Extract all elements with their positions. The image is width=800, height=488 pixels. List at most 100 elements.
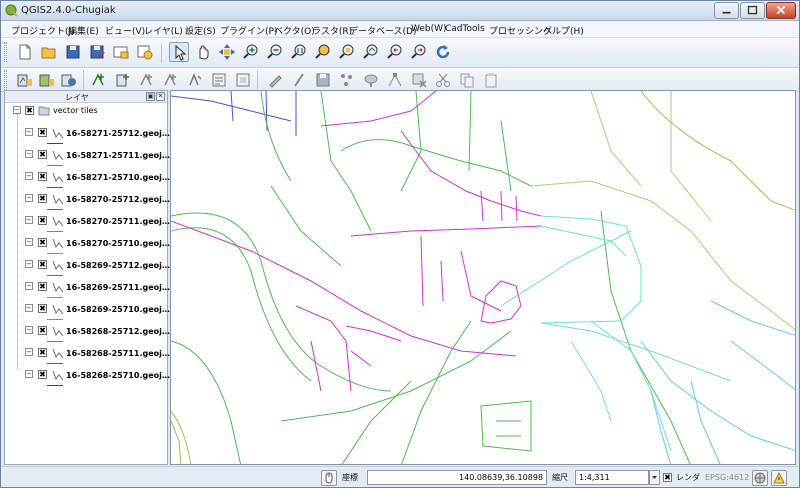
save-as-button[interactable] (87, 42, 107, 62)
map-canvas[interactable] (170, 90, 796, 465)
layer-group-row[interactable]: − ✖ vector tiles (5, 104, 167, 126)
layer-visibility-checkbox[interactable]: ✖ (38, 348, 47, 357)
zoom-full-button[interactable] (313, 42, 333, 62)
layer-expander-icon[interactable]: − (25, 194, 33, 202)
road-line-green[interactable] (171, 227, 312, 382)
road-line-blue[interactable] (230, 91, 297, 136)
road-line-green[interactable] (340, 139, 532, 187)
render-checkbox[interactable]: ✖ (663, 473, 672, 482)
layer-expander-icon[interactable]: − (25, 216, 33, 224)
zoom-in-button[interactable] (241, 42, 261, 62)
add-raster-layer-button[interactable] (37, 70, 57, 90)
road-line-green[interactable] (480, 400, 532, 452)
move-feature-button[interactable] (361, 70, 381, 90)
menu-raster[interactable]: ラスタ(R) (312, 24, 352, 37)
messages-button[interactable] (771, 470, 787, 486)
menu-vector[interactable]: ベクタ(O) (274, 24, 315, 37)
map-vector-features[interactable] (171, 91, 796, 465)
add-wms-layer-button[interactable] (137, 70, 157, 90)
road-line-lightgreen[interactable] (530, 180, 796, 331)
panel-float-button[interactable]: ▣ (146, 92, 155, 101)
zoom-native-button[interactable] (289, 42, 309, 62)
toggle-editing-button[interactable] (265, 70, 285, 90)
copy-features-button[interactable] (457, 70, 477, 90)
menu-project[interactable]: プロジェクト(J) (11, 24, 75, 37)
paste-features-button[interactable] (481, 70, 501, 90)
menu-cadtools[interactable]: CadTools (445, 24, 485, 34)
layer-row[interactable]: − ✖ 16-58268-25711.geoj… (5, 346, 170, 368)
group-expander-icon[interactable]: − (13, 106, 21, 114)
minimize-button[interactable] (714, 2, 739, 19)
layer-expander-icon[interactable]: − (25, 282, 33, 290)
maximize-button[interactable] (740, 2, 765, 19)
print-composer-button[interactable] (111, 42, 131, 62)
pan-to-selection-button[interactable] (217, 42, 237, 62)
add-postgis-layer-button[interactable] (59, 70, 79, 90)
layer-visibility-checkbox[interactable]: ✖ (38, 260, 47, 269)
scale-dropdown-chevron-icon[interactable] (649, 470, 660, 485)
add-spatialite-layer-button[interactable] (89, 70, 109, 90)
layer-row[interactable]: − ✖ 16-58268-25710.geoj… (5, 368, 170, 390)
add-feature-button[interactable] (337, 70, 357, 90)
layer-row[interactable]: − ✖ 16-58269-25710.geoj… (5, 302, 170, 324)
layer-visibility-checkbox[interactable]: ✖ (38, 216, 47, 225)
zoom-last-button[interactable] (385, 42, 405, 62)
add-mssql-layer-button[interactable] (113, 70, 133, 90)
road-line-magenta[interactable] (350, 225, 542, 237)
layer-expander-icon[interactable]: − (25, 150, 33, 158)
layer-row[interactable]: − ✖ 16-58268-25712.geoj… (5, 324, 170, 346)
road-line-magenta[interactable] (345, 325, 402, 367)
refresh-button[interactable] (433, 42, 453, 62)
menu-plugins[interactable]: プラグイン(P) (220, 24, 277, 37)
node-tool-button[interactable] (385, 70, 405, 90)
layer-visibility-checkbox[interactable]: ✖ (38, 304, 47, 313)
layer-expander-icon[interactable]: − (25, 326, 33, 334)
add-wcs-layer-button[interactable] (161, 70, 181, 90)
panel-close-button[interactable]: ✕ (156, 92, 165, 101)
add-delimited-text-button[interactable] (209, 70, 229, 90)
layer-visibility-checkbox[interactable]: ✖ (38, 128, 47, 137)
layer-visibility-checkbox[interactable]: ✖ (38, 282, 47, 291)
road-line-olive[interactable] (171, 410, 192, 465)
menu-settings[interactable]: 設定(S) (185, 24, 216, 37)
toolbar-grip[interactable] (4, 70, 7, 90)
layer-row[interactable]: − ✖ 16-58271-25710.geoj… (5, 170, 170, 192)
road-line-magenta[interactable] (420, 235, 502, 312)
new-project-button[interactable] (15, 42, 35, 62)
zoom-next-button[interactable] (409, 42, 429, 62)
layer-row[interactable]: − ✖ 16-58269-25712.geoj… (5, 258, 170, 280)
pan-button[interactable] (193, 42, 213, 62)
layer-visibility-checkbox[interactable]: ✖ (38, 172, 47, 181)
layer-expander-icon[interactable]: − (25, 304, 33, 312)
road-line-cyan[interactable] (710, 300, 796, 391)
road-line-magenta[interactable] (480, 280, 522, 324)
coordinate-field[interactable]: 140.08639,36.10898 (367, 470, 547, 485)
layer-visibility-checkbox[interactable]: ✖ (38, 370, 47, 379)
road-line-cyan[interactable] (640, 340, 796, 451)
layer-visibility-checkbox[interactable]: ✖ (38, 238, 47, 247)
coordinate-toggle-button[interactable] (321, 470, 337, 486)
open-project-button[interactable] (39, 42, 59, 62)
save-edits-button[interactable] (313, 70, 333, 90)
road-line-tan[interactable] (171, 420, 182, 465)
layer-row[interactable]: − ✖ 16-58270-25711.geoj… (5, 214, 170, 236)
menu-web[interactable]: Web(W) (411, 24, 447, 34)
layer-row[interactable]: − ✖ 16-58270-25710.geoj… (5, 236, 170, 258)
cut-features-button[interactable] (433, 70, 453, 90)
road-line-green[interactable] (171, 340, 242, 465)
select-pointer-button[interactable] (169, 42, 189, 62)
road-line-teal[interactable] (540, 322, 732, 382)
layer-expander-icon[interactable]: − (25, 348, 33, 356)
road-line-green[interactable] (260, 91, 342, 267)
menu-view[interactable]: ビュー(V) (105, 24, 145, 37)
road-line-olive[interactable] (640, 91, 796, 211)
menu-layer[interactable]: レイヤ(L) (144, 24, 183, 37)
composer-manager-button[interactable] (135, 42, 155, 62)
layer-expander-icon[interactable]: − (25, 172, 33, 180)
layer-row[interactable]: − ✖ 16-58269-25711.geoj… (5, 280, 170, 302)
layer-expander-icon[interactable]: − (25, 128, 33, 136)
road-line-magenta[interactable] (480, 190, 518, 222)
projection-button[interactable] (752, 470, 768, 486)
digitize-button[interactable] (289, 70, 309, 90)
menu-help[interactable]: ヘルプ(H) (543, 24, 584, 37)
